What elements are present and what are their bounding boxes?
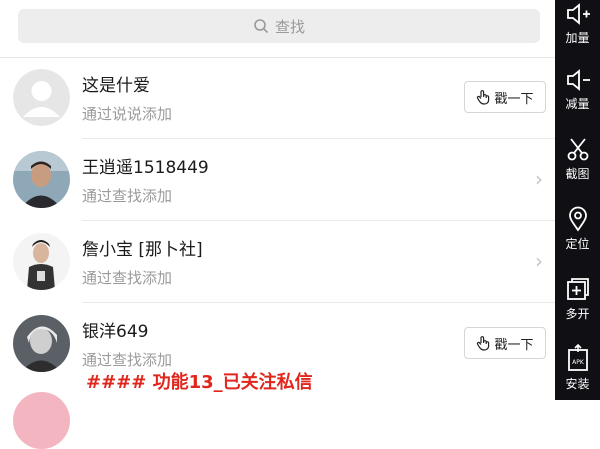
- poke-button[interactable]: 戳一下: [464, 327, 546, 359]
- search-placeholder: 查找: [274, 17, 305, 36]
- list-item[interactable]: 这是什爱 通过说说添加 戳一下: [0, 57, 555, 139]
- list-item[interactable]: 王逍遥1518449 通过查找添加 ›: [0, 139, 555, 221]
- chevron-right-icon: ›: [535, 167, 543, 191]
- apk-install-icon: APK: [567, 344, 588, 371]
- avatar: [13, 69, 70, 126]
- volume-down-icon: [566, 69, 590, 91]
- contact-source: 通过查找添加: [82, 351, 173, 369]
- multi-open-button[interactable]: 多开: [555, 276, 600, 322]
- contact-name: 这是什爱: [82, 76, 150, 96]
- poke-button-label: 戳一下: [494, 337, 534, 353]
- sidebar-item-label: 加量: [565, 31, 590, 45]
- volume-up-button[interactable]: 加量: [555, 2, 600, 46]
- location-pin-icon: [568, 206, 587, 232]
- emulator-toolbar: 加量 减量 截图 定位 多开 APK 安装: [555, 0, 600, 400]
- contact-source: 通过查找添加: [82, 187, 173, 205]
- chevron-right-icon: ›: [535, 249, 543, 273]
- finger-tap-icon: [477, 336, 490, 351]
- volume-down-button[interactable]: 减量: [555, 68, 600, 112]
- contact-list-panel: 查找 这是什爱 通过说说添加 戳一下 王逍遥1518449 通过查找添加 › 詹…: [0, 0, 555, 449]
- avatar: [13, 392, 70, 449]
- list-item[interactable]: 詹小宝 [那卜社] 通过查找添加 ›: [0, 221, 555, 303]
- caption-overlay: #### 功能13_已关注私信: [86, 372, 313, 393]
- contact-name: 银洋649: [82, 322, 149, 342]
- contact-source: 通过查找添加: [82, 269, 173, 287]
- search-bar: 查找: [0, 0, 555, 58]
- volume-up-icon: [566, 3, 590, 25]
- scissors-icon: [567, 138, 588, 161]
- location-button[interactable]: 定位: [555, 206, 600, 252]
- finger-tap-icon: [477, 90, 490, 105]
- avatar: [13, 315, 70, 372]
- contact-source: 通过说说添加: [82, 105, 173, 123]
- poke-button-label: 戳一下: [494, 91, 534, 107]
- sidebar-item-label: 多开: [565, 307, 590, 321]
- avatar: [13, 151, 70, 208]
- poke-button[interactable]: 戳一下: [464, 81, 546, 113]
- avatar: [13, 233, 70, 290]
- sidebar-item-label: 安装: [565, 377, 590, 391]
- contact-name: 詹小宝 [那卜社]: [82, 240, 203, 260]
- search-input[interactable]: 查找: [18, 9, 540, 43]
- sidebar-item-label: 定位: [565, 237, 590, 251]
- install-apk-button[interactable]: APK 安装: [555, 344, 600, 392]
- multi-open-icon: [566, 278, 589, 300]
- svg-text:APK: APK: [572, 359, 585, 366]
- sidebar-item-label: 减量: [565, 97, 590, 111]
- screenshot-button[interactable]: 截图: [555, 136, 600, 182]
- contact-name: 王逍遥1518449: [82, 158, 209, 178]
- sidebar-item-label: 截图: [565, 167, 590, 181]
- search-icon: [254, 19, 269, 34]
